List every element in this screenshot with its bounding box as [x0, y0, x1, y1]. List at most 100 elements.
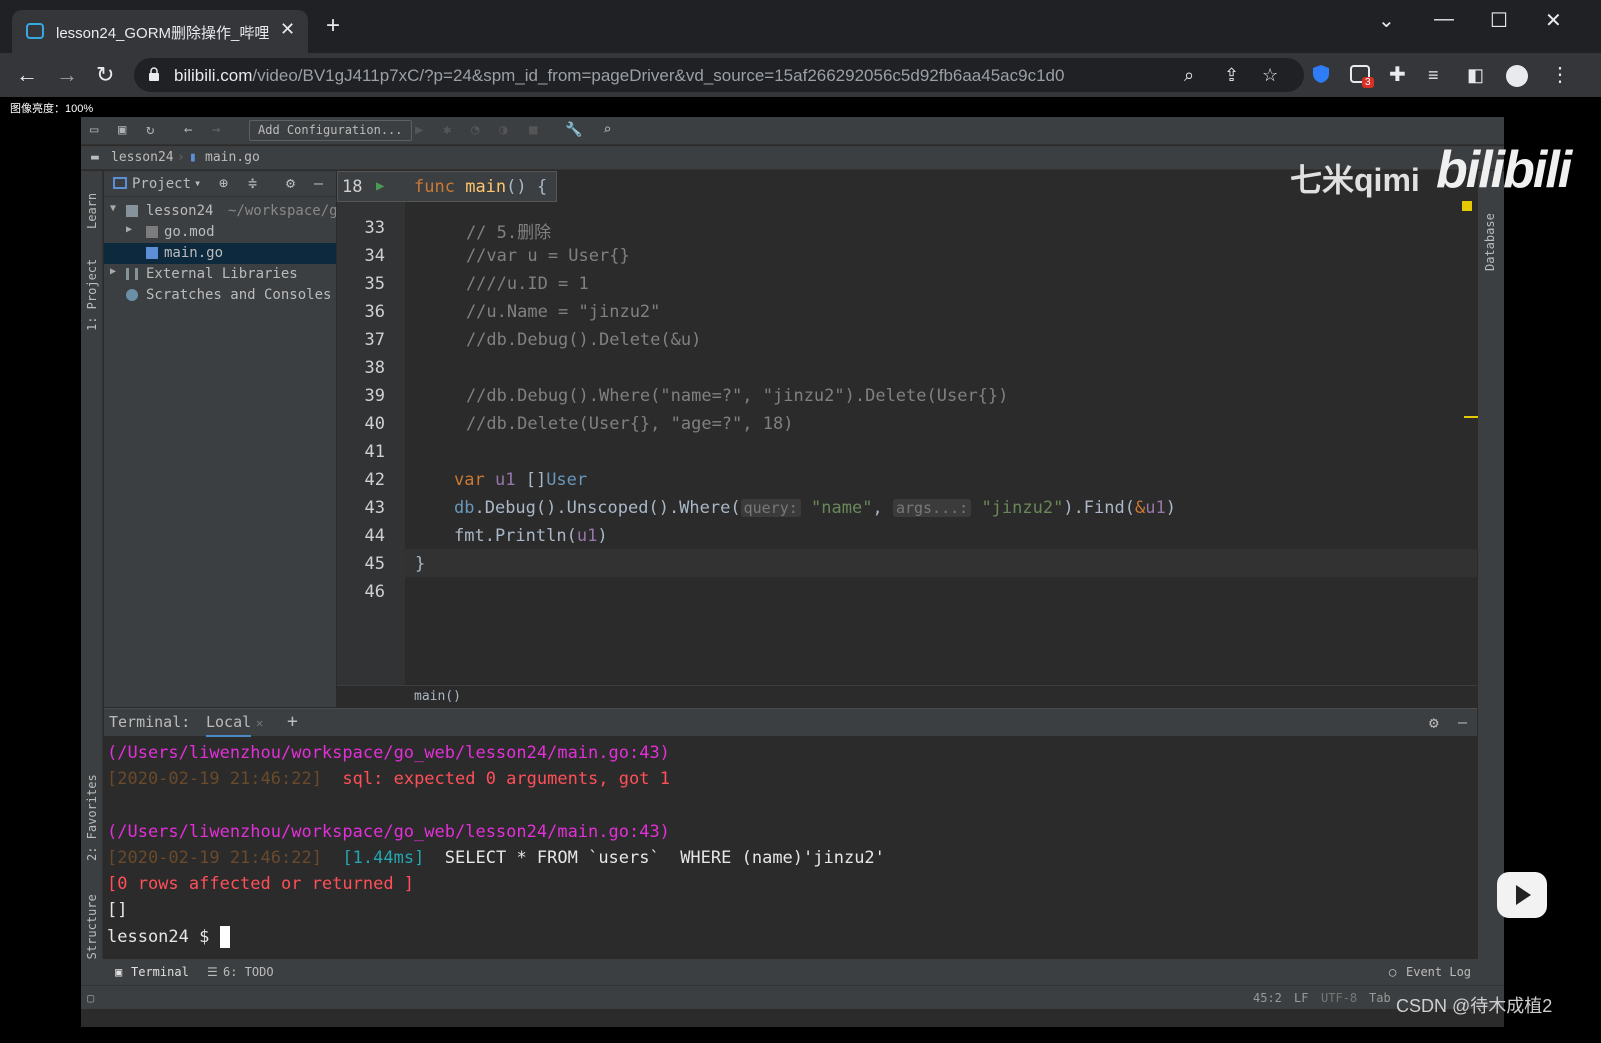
debug-icon[interactable]: ✱	[443, 122, 451, 138]
code-line: //var u = User{}	[425, 246, 630, 266]
line-number: 35	[364, 274, 385, 294]
current-line-highlight	[405, 549, 1477, 577]
sticky-function-header[interactable]: 18 ▶ func main() {	[337, 171, 557, 202]
tool-event-log[interactable]: Event Log	[1406, 965, 1471, 979]
code-line: //u.Name = "jinzu2"	[425, 302, 661, 322]
tool-terminal[interactable]: Terminal	[131, 965, 189, 979]
extension-shield-icon[interactable]	[1310, 63, 1332, 85]
tree-collapsed-icon: ▶	[126, 224, 133, 235]
collapse-all-icon[interactable]: ≑	[248, 174, 257, 192]
go-file-icon: ▮	[189, 150, 197, 165]
tool-favorites[interactable]: 2: Favorites	[85, 774, 99, 861]
go-file-icon	[146, 247, 158, 259]
author-watermark: 七米qimi	[1290, 162, 1420, 198]
chevron-down-icon[interactable]: ▾	[194, 176, 201, 190]
tree-item-main-go[interactable]: main.go	[104, 243, 336, 264]
run-icon[interactable]: ▶	[415, 122, 423, 138]
run-gutter-icon[interactable]: ▶	[376, 178, 384, 194]
tab-search-chevron-icon[interactable]: ⌄	[1378, 8, 1395, 33]
line-separator[interactable]: LF	[1294, 991, 1308, 1005]
breadcrumb-project[interactable]: lesson24	[111, 150, 174, 165]
add-configuration-button[interactable]: Add Configuration...	[249, 120, 412, 141]
code-editor[interactable]: 32 33 34 35 36 37 38 39 40 41 42 43 44 4…	[337, 171, 1477, 701]
gear-icon[interactable]: ⚙	[286, 174, 295, 192]
tree-item-scratches[interactable]: Scratches and Consoles	[104, 285, 336, 306]
line-number: 39	[364, 386, 385, 406]
tool-todo[interactable]: 6: TODO	[223, 965, 274, 979]
play-button-icon[interactable]	[1497, 872, 1547, 918]
new-tab-icon[interactable]: +	[326, 14, 340, 38]
library-icon	[126, 268, 138, 280]
url-text: bilibili.com/video/BV1gJ411p7xC/?p=24&sp…	[174, 66, 1065, 85]
inspection-warning-icon[interactable]	[1462, 201, 1472, 211]
extensions-puzzle-icon[interactable]: ✚	[1389, 62, 1406, 88]
zoom-icon[interactable]: ⌕	[1184, 65, 1194, 86]
current-function[interactable]: main()	[414, 689, 461, 704]
line-number: 41	[364, 442, 385, 462]
editor-breadcrumb: main()	[337, 685, 1477, 707]
breadcrumb-file[interactable]: main.go	[205, 150, 260, 165]
save-icon[interactable]: ▣	[118, 122, 126, 138]
tab-close-icon[interactable]: ✕	[280, 19, 295, 40]
project-view-icon	[113, 177, 127, 189]
menu-kebab-icon[interactable]: ⋮	[1550, 62, 1570, 88]
window-close-icon[interactable]: ✕	[1545, 8, 1562, 33]
profile-icon[interactable]: ◑	[499, 122, 507, 138]
code-line: //db.Debug().Where("name=?", "jinzu2").D…	[425, 386, 1009, 406]
tool-database[interactable]: Database	[1483, 213, 1497, 271]
layout-toggle-icon[interactable]: ▢	[87, 991, 94, 1005]
breadcrumb-folder-icon: ▬	[91, 150, 99, 165]
tree-item-go-mod[interactable]: ▶ go.mod	[104, 222, 336, 243]
tool-project[interactable]: 1: Project	[85, 259, 99, 331]
share-icon[interactable]: ⇪	[1224, 65, 1239, 86]
project-dropdown[interactable]: Project	[132, 176, 191, 192]
tool-learn[interactable]: Learn	[85, 193, 99, 229]
open-folder-icon[interactable]: ▭	[90, 122, 98, 138]
minimize-icon[interactable]: —	[1434, 8, 1454, 31]
new-terminal-icon[interactable]: +	[287, 711, 298, 732]
tab-close-icon[interactable]: ✕	[256, 716, 263, 730]
bookmark-star-icon[interactable]: ☆	[1262, 65, 1278, 86]
cursor-position[interactable]: 45:2	[1253, 991, 1282, 1005]
terminal-prompt[interactable]: lesson24 $	[107, 926, 230, 948]
search-icon[interactable]: ⌕	[603, 122, 611, 138]
nav-forward-icon[interactable]: →	[212, 122, 220, 138]
tree-label: main.go	[164, 245, 224, 261]
sync-icon[interactable]: ↻	[146, 122, 154, 138]
side-panel-icon[interactable]: ◧	[1467, 62, 1484, 88]
address-bar[interactable]: bilibili.com/video/BV1gJ411p7xC/?p=24&sp…	[134, 58, 1304, 92]
indent-setting[interactable]: Tab	[1369, 991, 1391, 1005]
settings-wrench-icon[interactable]: 🔧	[565, 122, 582, 138]
profile-avatar-icon[interactable]	[1506, 65, 1528, 87]
maximize-icon[interactable]: ☐	[1490, 8, 1508, 33]
event-log-icon[interactable]: ◯	[1389, 965, 1396, 979]
line-number: 46	[364, 582, 385, 602]
terminal-line: [0 rows affected or returned ]	[107, 874, 415, 894]
tree-item-lesson24[interactable]: ▼ lesson24 ~/workspace/g	[104, 201, 336, 222]
line-number: 44	[364, 526, 385, 546]
hide-panel-icon[interactable]: —	[314, 174, 323, 192]
todo-list-icon[interactable]: ☰	[207, 965, 218, 979]
browser-tab[interactable]: lesson24_GORM删除操作_哔哩 ✕	[12, 10, 308, 53]
nav-back-icon[interactable]: ←	[184, 122, 192, 138]
scratches-icon	[126, 289, 138, 301]
stop-icon[interactable]: ■	[529, 122, 537, 138]
folder-icon	[126, 205, 138, 217]
reload-icon[interactable]: ↻	[96, 62, 114, 88]
locate-target-icon[interactable]: ⊕	[219, 174, 228, 192]
file-encoding[interactable]: UTF-8	[1321, 991, 1357, 1005]
hide-panel-icon[interactable]: —	[1458, 713, 1467, 731]
sticky-line-number: 18	[342, 177, 363, 197]
line-number: 40	[364, 414, 385, 434]
coverage-icon[interactable]: ◔	[471, 122, 479, 138]
tab-local[interactable]: Local	[206, 713, 252, 737]
gear-icon[interactable]: ⚙	[1429, 713, 1439, 732]
reading-list-icon[interactable]: ≡	[1428, 62, 1439, 88]
back-arrow-icon[interactable]: ←	[16, 62, 38, 88]
terminal-line: [2020-02-19 21:46:22] sql: expected 0 ar…	[107, 769, 670, 789]
terminal-panel[interactable]: Terminal: Local ✕ + ⚙ — (/Users/liwenzho…	[104, 708, 1477, 1000]
tree-item-external-libraries[interactable]: ▶ External Libraries	[104, 264, 336, 285]
lock-icon	[149, 67, 159, 81]
terminal-tool-icon[interactable]: ▣	[115, 965, 122, 979]
forward-arrow-icon[interactable]: →	[56, 62, 78, 88]
